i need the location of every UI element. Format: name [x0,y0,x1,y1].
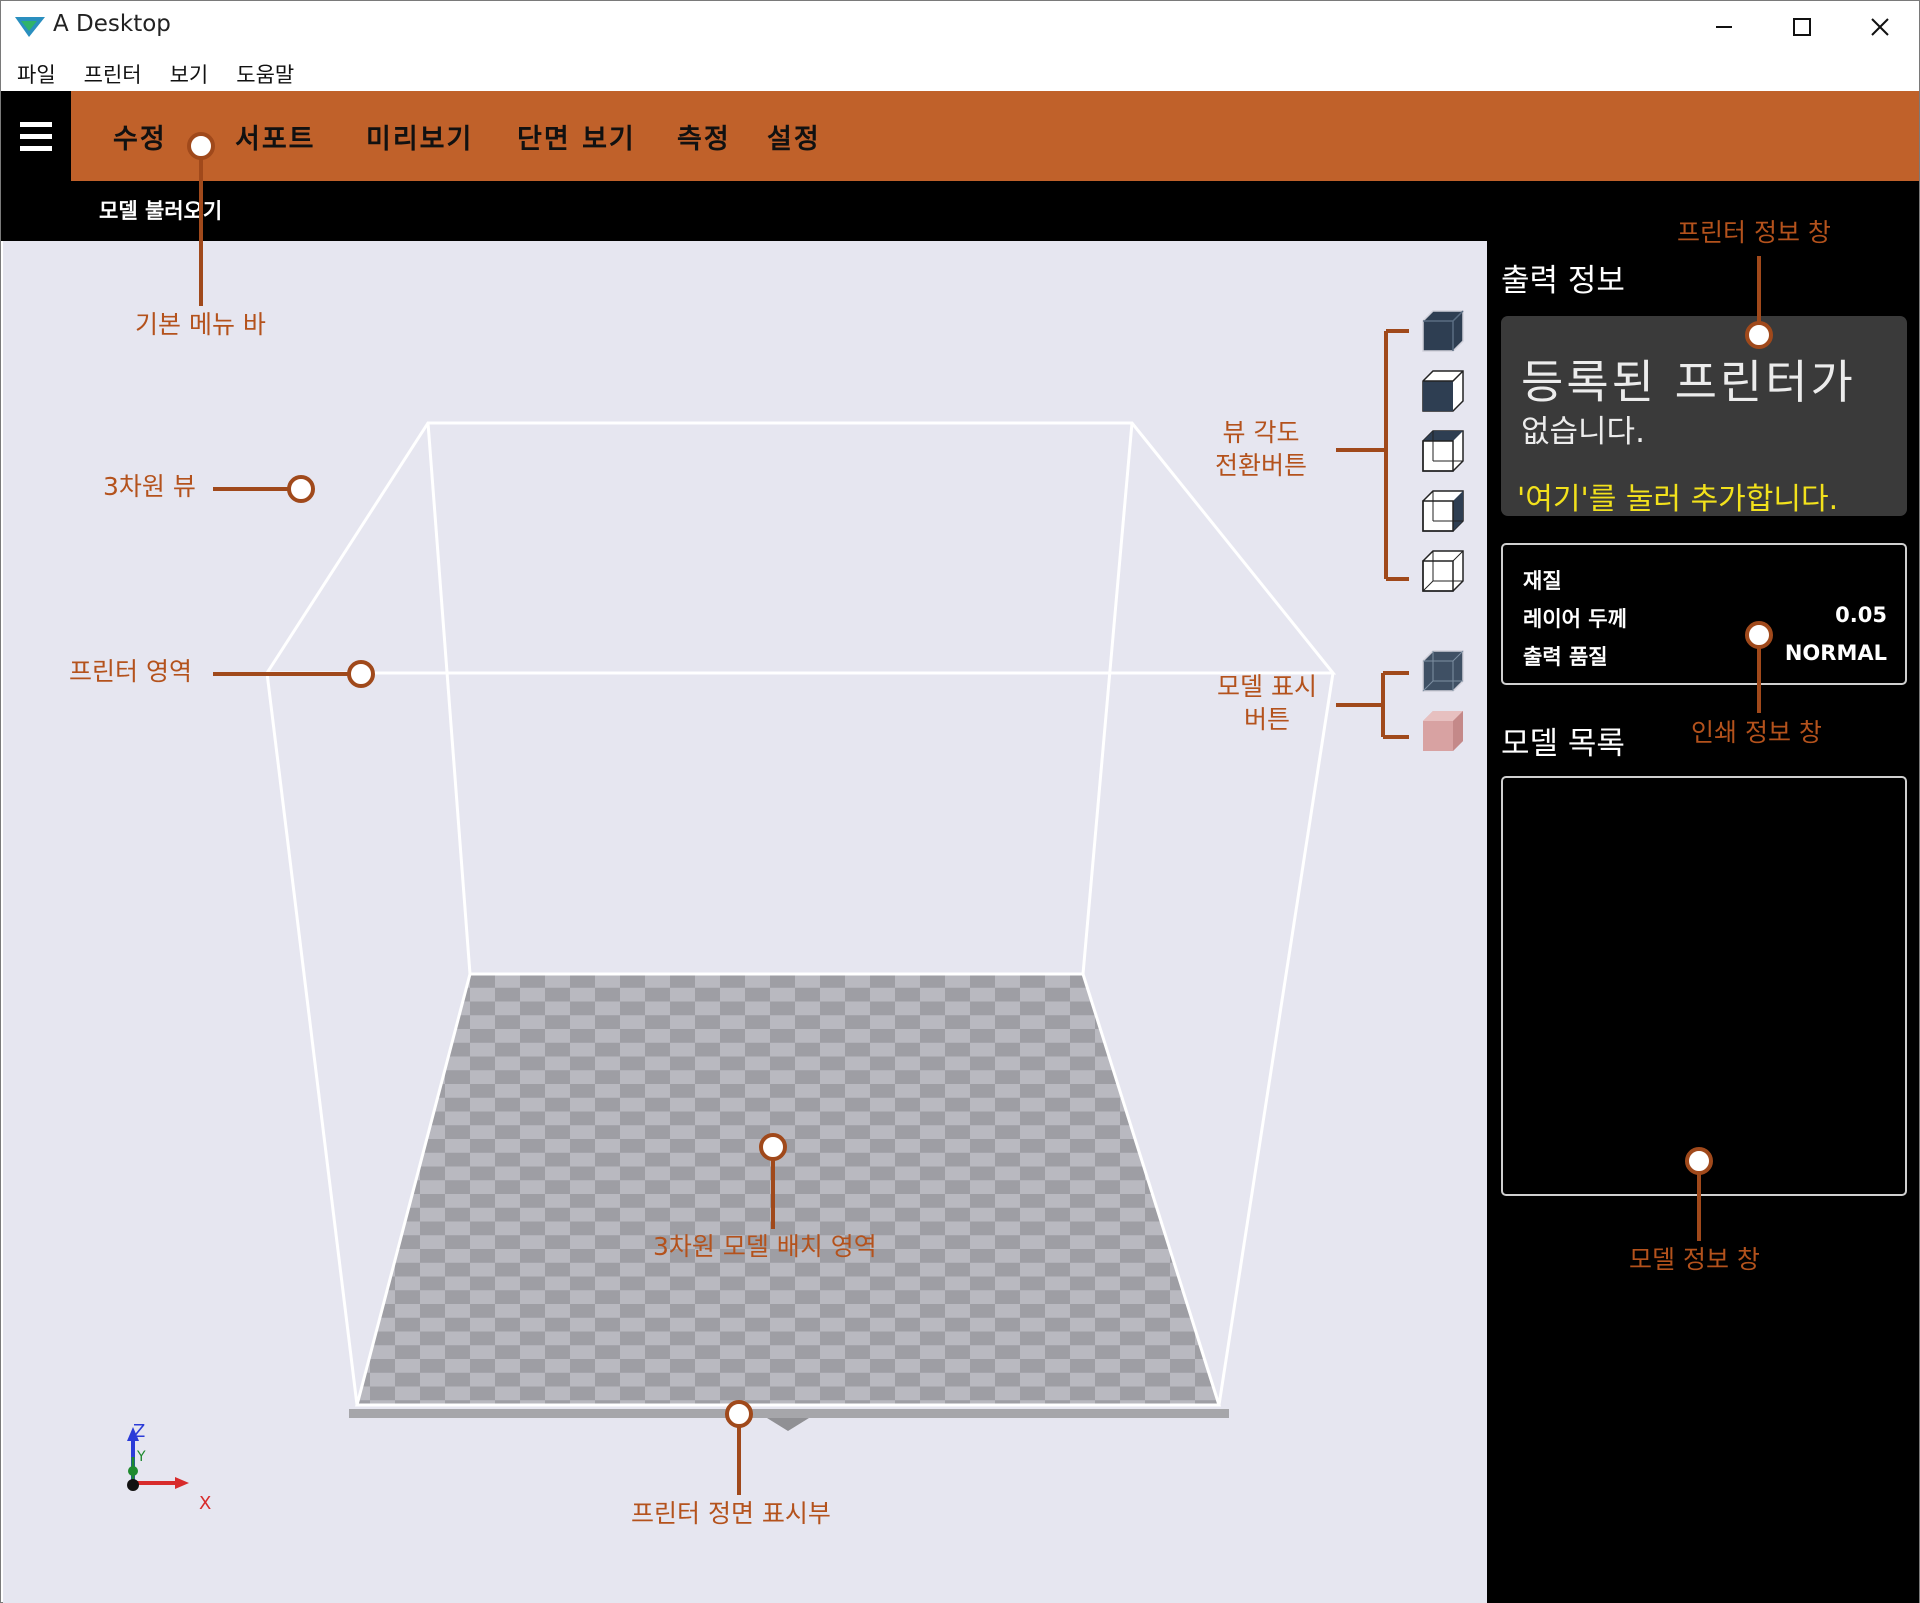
minimize-icon [1716,26,1732,28]
layer-thickness-value: 0.05 [1835,603,1887,627]
view-angle-buttons [1422,310,1464,592]
maximize-icon [1793,18,1811,36]
app-logo-icon [15,17,45,37]
print-quality-value: NORMAL [1784,641,1887,665]
y-axis-node [128,1466,138,1476]
build-plate [355,972,1222,1407]
model-info-window[interactable] [1501,776,1907,1196]
axis-label-z: Z [133,1421,146,1442]
view-iso-button[interactable] [1422,310,1464,352]
tab-support[interactable]: 서포트 [235,117,316,156]
annotation-3d-view: 3차원 뷰 [103,472,196,501]
printer-front-bar [349,1409,1229,1418]
tab-measure[interactable]: 측정 [677,117,731,156]
add-printer-link[interactable]: '여기'를 눌러 추가합니다. [1517,474,1838,518]
maximize-button[interactable] [1763,1,1841,53]
close-icon [1871,18,1889,36]
model-display-buttons [1422,650,1464,751]
tab-preview[interactable]: 미리보기 [366,117,473,156]
layer-thickness-label: 레이어 두께 [1523,607,1627,631]
menu-view[interactable]: 보기 [156,53,223,91]
menu-file[interactable]: 파일 [1,53,70,91]
annotation-printer-info-window: 프린터 정보 창 [1677,218,1831,247]
view-front-button[interactable] [1422,370,1464,412]
close-button[interactable] [1841,1,1919,53]
material-label: 재질 [1523,569,1562,593]
view-wire-button[interactable] [1422,550,1464,592]
axis-origin [127,1479,139,1491]
annotation-view-angle-buttons: 뷰 각도 전환버튼 [1215,417,1307,482]
output-info-heading: 출력 정보 [1501,263,1625,299]
view-top-button[interactable] [1422,430,1464,472]
sub-menu-bar: 모델 불러오기 [1,181,1919,241]
annotation-view-angle-l2: 전환버튼 [1215,450,1308,480]
hamburger-menu-button[interactable] [1,91,71,181]
annotation-model-info-window: 모델 정보 창 [1629,1245,1760,1274]
display-solid-button[interactable] [1423,711,1463,751]
annotation-printer-area: 프린터 영역 [69,657,192,686]
print-info-window: 재질 레이어 두께 0.05 출력 품질 NORMAL [1501,543,1907,685]
minimize-button[interactable] [1685,1,1763,53]
title-bar: A Desktop [1,1,1919,53]
axis-label-y: Y [137,1449,146,1465]
tab-edit[interactable]: 수정 [113,117,167,156]
app-window: A Desktop 파일 프린터 보기 도움말 수정 서포트 미리보기 단면 보… [0,0,1920,1603]
annotation-model-display-l1: 모델 표시 [1217,672,1317,701]
right-panel: 출력 정보 등록된 프린터가 없습니다. '여기'를 눌러 추가합니다. 재질 … [1487,241,1919,1603]
annotation-view-angle-l1: 뷰 각도 [1222,418,1300,447]
annotation-printer-front: 프린터 정면 표시부 [631,1499,831,1528]
hamburger-icon-line [20,145,52,151]
tab-settings[interactable]: 설정 [767,117,821,156]
annotation-print-info-window: 인쇄 정보 창 [1691,718,1822,747]
menu-printer[interactable]: 프린터 [70,53,156,91]
window-title: A Desktop [53,11,171,37]
annotation-main-menu-bar: 기본 메뉴 바 [135,310,266,339]
axis-label-x: X [199,1493,212,1514]
display-wireframe-button[interactable] [1422,650,1464,692]
view-side-button[interactable] [1422,490,1464,532]
tab-section-view[interactable]: 단면 보기 [517,117,636,156]
menu-bar: 파일 프린터 보기 도움말 [1,53,1919,91]
printer-front-marker [767,1418,809,1431]
hamburger-icon-line [20,133,52,139]
no-printer-message: 등록된 프린터가 [1521,355,1856,409]
model-list-heading: 모델 목록 [1501,726,1625,762]
no-printer-message-cont: 없습니다. [1521,414,1645,450]
main-menu-bar: 수정 서포트 미리보기 단면 보기 측정 설정 [1,91,1919,181]
hamburger-icon-line [20,121,52,127]
annotation-model-display-l2: 버튼 [1243,704,1290,734]
x-axis-arrow [175,1477,189,1489]
printer-info-window: 등록된 프린터가 없습니다. '여기'를 눌러 추가합니다. [1501,316,1907,518]
print-quality-label: 출력 품질 [1523,645,1608,669]
annotation-model-display-buttons: 모델 표시 버튼 [1217,671,1317,736]
menu-help[interactable]: 도움말 [222,53,308,91]
load-model-button[interactable]: 모델 불러오기 [99,195,222,225]
annotation-placement-area: 3차원 모델 배치 영역 [653,1232,877,1261]
